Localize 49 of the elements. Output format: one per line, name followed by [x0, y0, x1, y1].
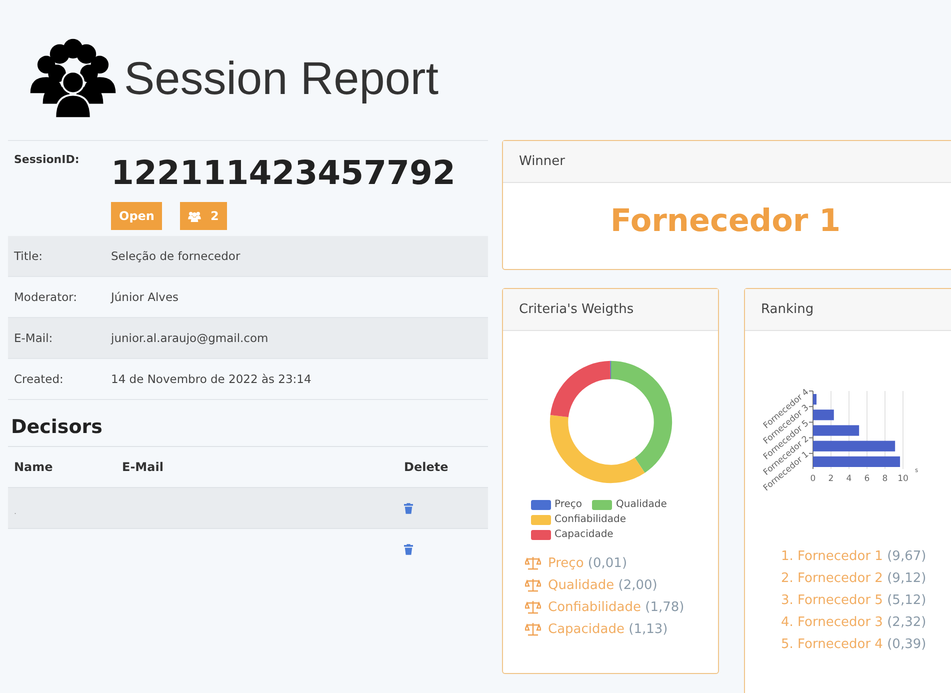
session-id: 122111423457792 [111, 153, 456, 192]
field-label: E-Mail: [14, 331, 54, 345]
tick-label: 6 [864, 474, 870, 484]
column-header: E-Mail [122, 460, 164, 474]
column-header: Delete [404, 460, 450, 474]
status-badge: Open [111, 202, 162, 230]
ranking-item: 5. Fornecedor 4 (0,39) [781, 637, 928, 654]
criteria-weight: Qualidade (2,00) [548, 578, 658, 592]
ranking-item: 3. Fornecedor 5 (5,12) [781, 593, 928, 610]
people-icon [28, 38, 118, 118]
card-title: Winner [503, 141, 951, 183]
winner-name: Fornecedor 1 [610, 203, 841, 239]
scale-icon [525, 600, 541, 614]
people-icon [188, 210, 202, 222]
field-label: Moderator: [14, 290, 78, 304]
trash-icon[interactable] [404, 544, 413, 554]
tick-label: 2 [828, 474, 834, 484]
field-value: junior.al.araujo@gmail.com [111, 331, 268, 345]
criteria-weight: Capacidade (1,13) [548, 622, 668, 636]
section-title: Decisors [11, 416, 104, 438]
scale-icon [525, 622, 541, 636]
page-title: Session Report [124, 51, 438, 105]
legend-label: Qualidade [616, 499, 667, 510]
criteria-weight: Preço (0,01) [548, 556, 628, 570]
scale-icon [525, 556, 541, 570]
field-value: 14 de Novembro de 2022 às 23:14 [111, 372, 312, 386]
column-header: Name [14, 460, 54, 474]
tick-label: 4 [846, 474, 852, 484]
field-label: SessionID: [14, 153, 80, 168]
legend-label: Preço [554, 499, 582, 510]
trash-icon[interactable] [404, 502, 413, 514]
members-badge: 2 [180, 202, 227, 230]
tick-label: 0 [810, 474, 816, 484]
legend-label: Capacidade [554, 529, 614, 540]
field-label: Created: [14, 372, 64, 386]
legend-label: Confiabilidade [554, 514, 626, 525]
ranking-item: 4. Fornecedor 3 (2,32) [781, 615, 928, 632]
ranking-item: 1. Fornecedor 1 (9,67) [781, 549, 928, 566]
card-title: Ranking [745, 289, 951, 331]
card-title: Criteria's Weigths [503, 289, 718, 331]
criteria-weight: Confiabilidade (1,78) [548, 600, 684, 614]
table-cell: . [14, 506, 17, 516]
tick-label: 10 [898, 474, 908, 484]
tick-label: 8 [882, 474, 888, 484]
scale-icon [525, 578, 541, 592]
ranking-item: 2. Fornecedor 2 (9,12) [781, 571, 928, 588]
field-value: Júnior Alves [111, 290, 179, 304]
field-label: Title: [14, 249, 44, 263]
field-value: Seleção de fornecedor [111, 249, 240, 263]
